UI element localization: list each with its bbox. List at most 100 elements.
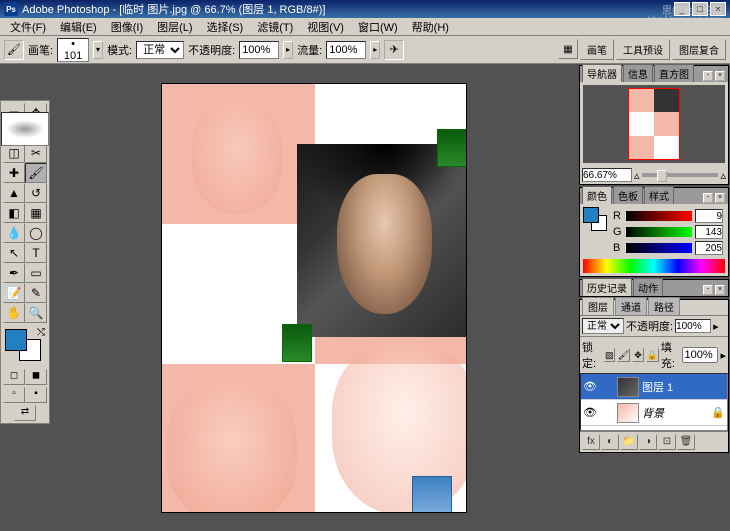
swap-colors-icon[interactable]: ⤭ (37, 327, 45, 338)
pen-tool[interactable]: ✒ (3, 263, 25, 283)
current-tool-icon[interactable]: 🖌 (4, 40, 24, 60)
new-layer-icon[interactable]: ⊡ (658, 434, 676, 450)
delete-layer-icon[interactable]: 🗑 (677, 434, 695, 450)
stamp-tool[interactable]: ▲ (3, 183, 25, 203)
menu-view[interactable]: 视图(V) (301, 18, 350, 36)
tab-navigator[interactable]: 导航器 (582, 64, 622, 82)
lock-position-icon[interactable]: ✥ (632, 348, 643, 362)
panel-color-swatch[interactable] (583, 207, 607, 231)
tab-styles[interactable]: 样式 (644, 186, 674, 204)
panel-close-icon[interactable]: × (715, 193, 725, 203)
foreground-color[interactable] (5, 329, 27, 351)
notes-tool[interactable]: 📝 (3, 283, 25, 303)
visibility-icon[interactable]: 👁 (583, 406, 597, 420)
tool-presets-tab[interactable]: 工具预设 (616, 39, 670, 60)
tab-paths[interactable]: 路径 (648, 297, 680, 315)
b-input[interactable] (695, 241, 723, 255)
jump-to-icon[interactable]: ⇄ (14, 405, 36, 421)
menu-edit[interactable]: 编辑(E) (54, 18, 103, 36)
brush-preset-picker[interactable]: •101 (57, 38, 89, 62)
blur-tool[interactable]: 💧 (3, 223, 25, 243)
opacity-arrow-icon[interactable]: ▸ (713, 320, 719, 333)
r-slider[interactable] (626, 211, 692, 221)
link-icon[interactable] (600, 406, 614, 420)
panel-min-icon[interactable]: - (703, 71, 713, 81)
layer-opacity-input[interactable] (675, 319, 711, 333)
panel-close-icon[interactable]: × (715, 71, 725, 81)
zoom-slider[interactable] (642, 173, 719, 177)
layer-item[interactable]: 👁 图层 1 (581, 374, 727, 400)
layer-blend-select[interactable]: 正常 (582, 318, 624, 334)
g-input[interactable] (695, 225, 723, 239)
tab-layers[interactable]: 图层 (582, 297, 614, 315)
history-brush-tool[interactable]: ↺ (25, 183, 47, 203)
b-slider[interactable] (626, 243, 692, 253)
blend-mode-select[interactable]: 正常 (136, 41, 184, 59)
color-swatches[interactable]: ⤭ (3, 327, 47, 367)
menu-window[interactable]: 窗口(W) (352, 18, 404, 36)
menu-filter[interactable]: 滤镜(T) (251, 18, 299, 36)
tab-actions[interactable]: 动作 (633, 278, 663, 296)
airbrush-icon[interactable]: ✈ (384, 40, 404, 60)
quickmask-on-icon[interactable]: ◼ (25, 369, 47, 385)
document-canvas[interactable] (161, 83, 467, 513)
flow-dropdown-icon[interactable]: ▸ (370, 41, 380, 59)
new-set-icon[interactable]: 📁 (620, 434, 638, 450)
tab-info[interactable]: 信息 (623, 64, 653, 82)
menu-select[interactable]: 选择(S) (201, 18, 250, 36)
layer-thumbnail[interactable] (617, 403, 639, 423)
layer-thumbnail[interactable] (617, 377, 639, 397)
zoom-in-icon[interactable]: ▵ (720, 169, 726, 182)
toggle-palette-icon[interactable]: ▦ (558, 39, 578, 59)
menu-layer[interactable]: 图层(L) (151, 18, 198, 36)
shape-tool[interactable]: ▭ (25, 263, 47, 283)
panel-min-icon[interactable]: - (703, 285, 713, 295)
navigator-preview[interactable] (583, 85, 725, 163)
hand-tool[interactable]: ✋ (3, 303, 25, 323)
brushes-tab[interactable]: 画笔 (580, 39, 614, 60)
spectrum-bar[interactable] (583, 259, 725, 273)
slice-tool[interactable]: ✂ (25, 143, 47, 163)
type-tool[interactable]: T (25, 243, 47, 263)
eyedropper-tool[interactable]: ✎ (25, 283, 47, 303)
link-icon[interactable] (600, 380, 614, 394)
tab-history[interactable]: 历史记录 (582, 278, 632, 296)
adjustment-icon[interactable]: ◑ (639, 434, 657, 450)
visibility-icon[interactable]: 👁 (583, 380, 597, 394)
brush-tool[interactable]: 🖌 (25, 163, 47, 183)
dodge-tool[interactable]: ◯ (25, 223, 47, 243)
crop-tool[interactable]: ◫ (3, 143, 25, 163)
layer-name[interactable]: 背景 (642, 405, 664, 421)
g-slider[interactable] (626, 227, 692, 237)
tab-swatches[interactable]: 色板 (613, 186, 643, 204)
screen-standard-icon[interactable]: ▫ (3, 387, 25, 403)
lock-transparency-icon[interactable]: ▨ (604, 348, 615, 362)
eraser-tool[interactable]: ◧ (3, 203, 25, 223)
tab-channels[interactable]: 通道 (615, 297, 647, 315)
menu-file[interactable]: 文件(F) (4, 18, 52, 36)
quickmask-off-icon[interactable]: ◻ (3, 369, 25, 385)
menu-image[interactable]: 图像(I) (105, 18, 149, 36)
heal-tool[interactable]: ✚ (3, 163, 25, 183)
opacity-input[interactable] (239, 41, 279, 59)
zoom-tool[interactable]: 🔍 (25, 303, 47, 323)
menu-help[interactable]: 帮助(H) (406, 18, 455, 36)
zoom-input[interactable] (582, 168, 632, 182)
fill-arrow-icon[interactable]: ▸ (720, 349, 726, 362)
zoom-out-icon[interactable]: ▵ (634, 169, 640, 182)
layer-name[interactable]: 图层 1 (642, 379, 673, 395)
tab-color[interactable]: 颜色 (582, 186, 612, 204)
opacity-dropdown-icon[interactable]: ▸ (283, 41, 293, 59)
path-tool[interactable]: ↖ (3, 243, 25, 263)
lock-pixels-icon[interactable]: 🖌 (617, 348, 630, 362)
lock-all-icon[interactable]: 🔒 (646, 348, 659, 362)
layer-item[interactable]: 👁 背景 🔒 (581, 400, 727, 426)
tab-histogram[interactable]: 直方图 (654, 64, 694, 82)
screen-full-icon[interactable]: ▪ (25, 387, 47, 403)
layer-comps-tab[interactable]: 图层复合 (672, 39, 726, 60)
layer-fx-icon[interactable]: fx (582, 434, 600, 450)
brush-dropdown-icon[interactable]: ▾ (93, 41, 103, 59)
panel-min-icon[interactable]: - (703, 193, 713, 203)
flow-input[interactable] (326, 41, 366, 59)
fill-input[interactable] (682, 347, 718, 363)
